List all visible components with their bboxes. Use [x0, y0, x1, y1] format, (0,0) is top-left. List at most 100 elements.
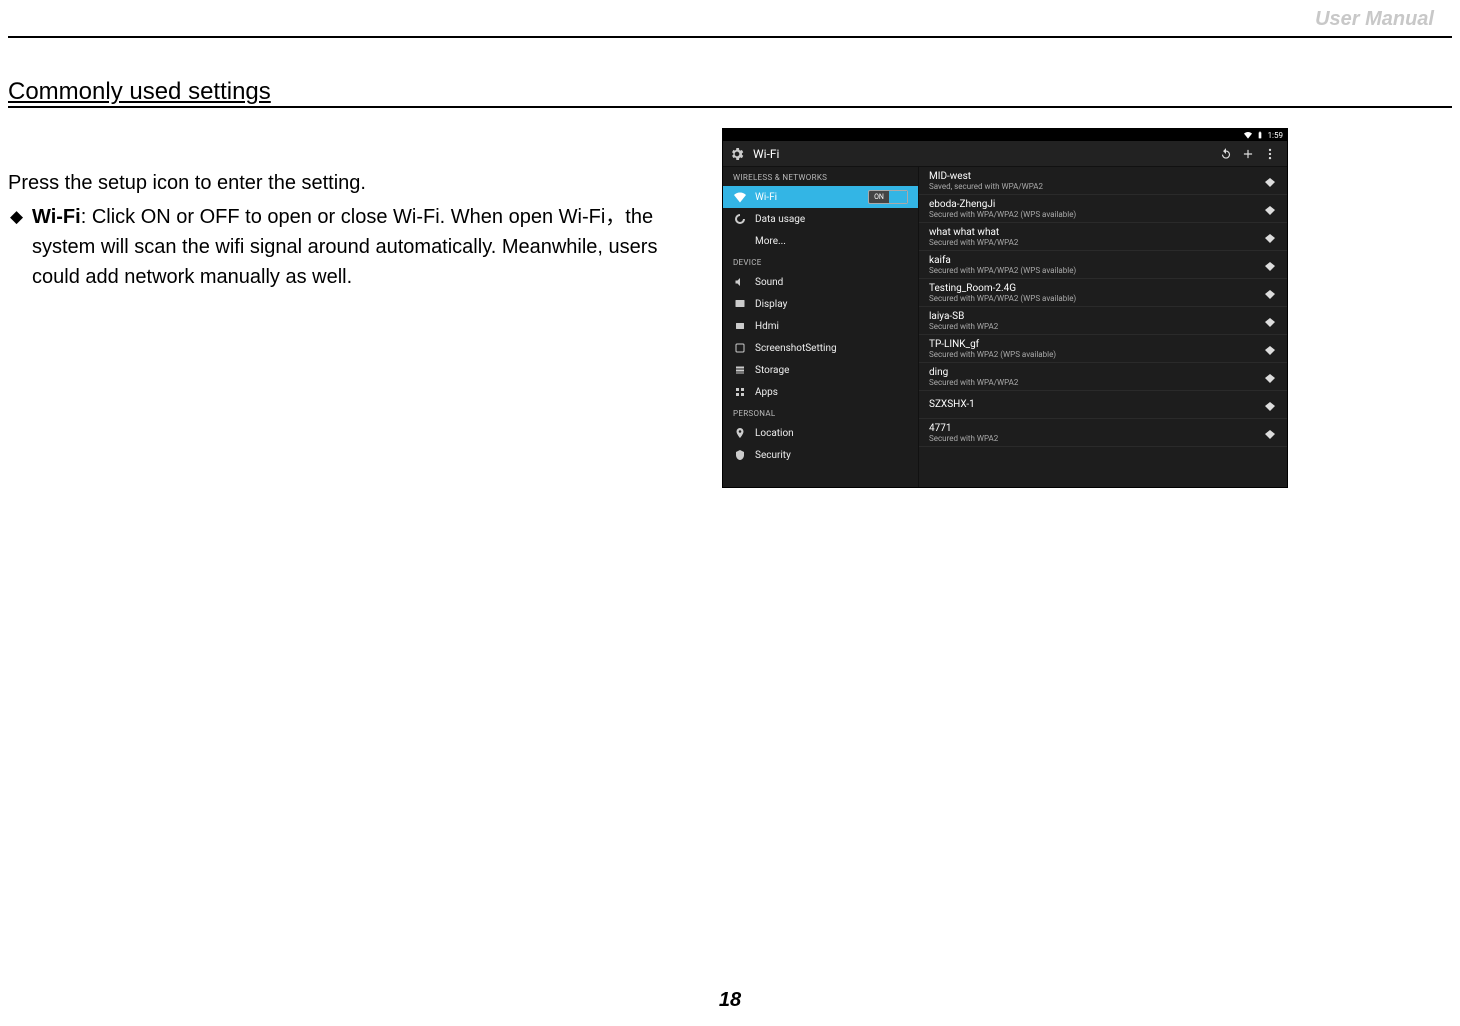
- wifi-signal-icon: [1263, 286, 1277, 300]
- sidebar-item-data-usage[interactable]: Data usage: [723, 208, 918, 230]
- toggle-on-label: ON: [869, 193, 889, 201]
- sidebar-item-label: Display: [755, 299, 908, 310]
- wifi-sub: Secured with WPA/WPA2: [929, 378, 1018, 387]
- sound-icon: [733, 275, 747, 289]
- page-number: 18: [0, 989, 1460, 1012]
- top-rule: [8, 36, 1452, 38]
- wifi-ssid: 4771: [929, 423, 998, 434]
- sidebar-item-location[interactable]: Location: [723, 422, 918, 444]
- wifi-sub: Secured with WPA/WPA2 (WPS available): [929, 266, 1076, 275]
- wifi-network-item[interactable]: 4771Secured with WPA2: [919, 419, 1287, 447]
- section-title: Commonly used settings: [8, 78, 271, 106]
- bullet-rest: : Click ON or OFF to open or close Wi-Fi…: [32, 206, 657, 288]
- status-time: 1:59: [1268, 131, 1283, 140]
- wifi-signal-icon: [1263, 426, 1277, 440]
- wifi-ssid: kaifa: [929, 255, 1076, 266]
- wifi-signal-icon: [1263, 230, 1277, 244]
- intro-line: Press the setup icon to enter the settin…: [8, 168, 688, 198]
- screenshot-icon: [733, 341, 747, 355]
- toggle-knob: [889, 191, 907, 203]
- wifi-signal-icon: [1263, 174, 1277, 188]
- location-icon: [733, 426, 747, 440]
- security-icon: [733, 448, 747, 462]
- sidebar-item-wifi[interactable]: Wi-Fi ON: [723, 186, 918, 208]
- wifi-signal-icon: [1263, 398, 1277, 412]
- sidebar-item-label: Data usage: [755, 214, 908, 225]
- wifi-sub: Saved, secured with WPA/WPA2: [929, 182, 1043, 191]
- sidebar-item-label: Security: [755, 450, 908, 461]
- sidebar-item-label: Wi-Fi: [755, 192, 860, 203]
- sidebar-header-personal: PERSONAL: [723, 403, 918, 422]
- wifi-network-item[interactable]: what what whatSecured with WPA/WPA2: [919, 223, 1287, 251]
- header-label: User Manual: [1315, 8, 1434, 31]
- sidebar-item-screenshot-setting[interactable]: ScreenshotSetting: [723, 337, 918, 359]
- sidebar-item-security[interactable]: Security: [723, 444, 918, 466]
- wifi-network-item[interactable]: eboda-ZhengJiSecured with WPA/WPA2 (WPS …: [919, 195, 1287, 223]
- status-battery-icon: [1256, 131, 1264, 139]
- wifi-icon: [733, 190, 747, 204]
- wifi-ssid: what what what: [929, 227, 1018, 238]
- display-icon: [733, 297, 747, 311]
- wifi-network-item[interactable]: kaifaSecured with WPA/WPA2 (WPS availabl…: [919, 251, 1287, 279]
- wifi-ssid: TP-LINK_gf: [929, 339, 1056, 350]
- wifi-signal-icon: [1263, 370, 1277, 384]
- bullet-label: Wi-Fi: [32, 206, 81, 228]
- bullet-diamond-icon: ◆: [8, 202, 26, 232]
- overflow-menu-icon[interactable]: [1259, 143, 1281, 165]
- body-text: Press the setup icon to enter the settin…: [8, 168, 688, 292]
- wifi-sub: Secured with WPA/WPA2 (WPS available): [929, 210, 1076, 219]
- wifi-sub: Secured with WPA/WPA2 (WPS available): [929, 294, 1076, 303]
- sidebar-item-more[interactable]: More...: [723, 230, 918, 252]
- wifi-sub: Secured with WPA/WPA2: [929, 238, 1018, 247]
- sidebar-item-hdmi[interactable]: Hdmi: [723, 315, 918, 337]
- wifi-network-item[interactable]: SZXSHX-1: [919, 391, 1287, 419]
- page-title: Wi-Fi: [753, 147, 779, 161]
- sidebar-item-apps[interactable]: Apps: [723, 381, 918, 403]
- wifi-signal-icon: [1263, 258, 1277, 272]
- refresh-icon[interactable]: [1215, 143, 1237, 165]
- bullet-item: ◆ Wi-Fi: Click ON or OFF to open or clos…: [8, 202, 688, 292]
- wifi-signal-icon: [1263, 314, 1277, 328]
- wifi-network-list: MID-westSaved, secured with WPA/WPA2 ebo…: [919, 167, 1287, 487]
- wifi-network-item[interactable]: dingSecured with WPA/WPA2: [919, 363, 1287, 391]
- bullet-text: Wi-Fi: Click ON or OFF to open or close …: [26, 202, 688, 292]
- sidebar-item-label: Apps: [755, 387, 908, 398]
- sidebar-header-wireless: WIRELESS & NETWORKS: [723, 167, 918, 186]
- wifi-network-item[interactable]: laiya-SBSecured with WPA2: [919, 307, 1287, 335]
- wifi-settings-screenshot: 1:59 Wi-Fi WIRELESS & NETWORKS Wi-Fi ON: [722, 128, 1288, 488]
- wifi-network-item[interactable]: MID-westSaved, secured with WPA/WPA2: [919, 167, 1287, 195]
- sidebar-item-label: Sound: [755, 277, 908, 288]
- settings-sidebar: WIRELESS & NETWORKS Wi-Fi ON Data usage …: [723, 167, 919, 487]
- wifi-signal-icon: [1263, 202, 1277, 216]
- wifi-ssid: ding: [929, 367, 1018, 378]
- status-wifi-icon: [1244, 131, 1252, 139]
- status-bar: 1:59: [723, 129, 1287, 141]
- wifi-network-item[interactable]: TP-LINK_gfSecured with WPA2 (WPS availab…: [919, 335, 1287, 363]
- title-underline-rule: [8, 106, 1452, 108]
- wifi-ssid: SZXSHX-1: [929, 399, 975, 410]
- wifi-toggle[interactable]: ON: [868, 190, 908, 204]
- wifi-network-item[interactable]: Testing_Room-2.4GSecured with WPA/WPA2 (…: [919, 279, 1287, 307]
- wifi-signal-icon: [1263, 342, 1277, 356]
- sidebar-item-label: ScreenshotSetting: [755, 343, 908, 354]
- gear-icon: [729, 146, 745, 162]
- sidebar-item-sound[interactable]: Sound: [723, 271, 918, 293]
- title-bar: Wi-Fi: [723, 141, 1287, 167]
- sidebar-item-label: Location: [755, 428, 908, 439]
- sidebar-item-label: Hdmi: [755, 321, 908, 332]
- hdmi-icon: [733, 319, 747, 333]
- wifi-ssid: Testing_Room-2.4G: [929, 283, 1076, 294]
- apps-icon: [733, 385, 747, 399]
- wifi-sub: Secured with WPA2: [929, 434, 998, 443]
- blank-icon: [733, 234, 747, 248]
- wifi-sub: Secured with WPA2 (WPS available): [929, 350, 1056, 359]
- sidebar-item-storage[interactable]: Storage: [723, 359, 918, 381]
- storage-icon: [733, 363, 747, 377]
- sidebar-item-label: More...: [755, 236, 908, 247]
- add-network-icon[interactable]: [1237, 143, 1259, 165]
- wifi-ssid: laiya-SB: [929, 311, 998, 322]
- sidebar-item-display[interactable]: Display: [723, 293, 918, 315]
- wifi-ssid: MID-west: [929, 171, 1043, 182]
- wifi-ssid: eboda-ZhengJi: [929, 199, 1076, 210]
- sidebar-item-label: Storage: [755, 365, 908, 376]
